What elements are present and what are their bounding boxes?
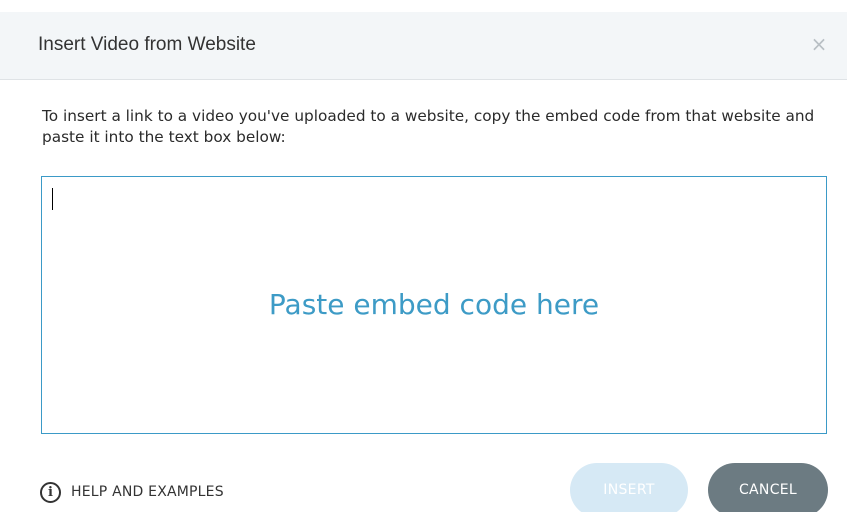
dialog-title: Insert Video from Website — [38, 34, 256, 55]
text-caret — [52, 188, 53, 210]
embed-placeholder: Paste embed code here — [268, 288, 600, 321]
help-label: HELP AND EXAMPLES — [71, 484, 224, 500]
close-icon[interactable]: × — [807, 32, 831, 56]
embed-code-input[interactable]: Paste embed code here — [41, 176, 827, 434]
info-icon: i — [40, 481, 61, 503]
insert-button[interactable]: INSERT — [570, 463, 688, 512]
dialog-header: Insert Video from Website × — [0, 12, 847, 80]
help-and-examples-link[interactable]: i HELP AND EXAMPLES — [40, 479, 224, 505]
cancel-button[interactable]: CANCEL — [708, 463, 828, 512]
instructions-text: To insert a link to a video you've uploa… — [42, 107, 815, 146]
insert-video-dialog: Insert Video from Website × To insert a … — [0, 0, 847, 512]
